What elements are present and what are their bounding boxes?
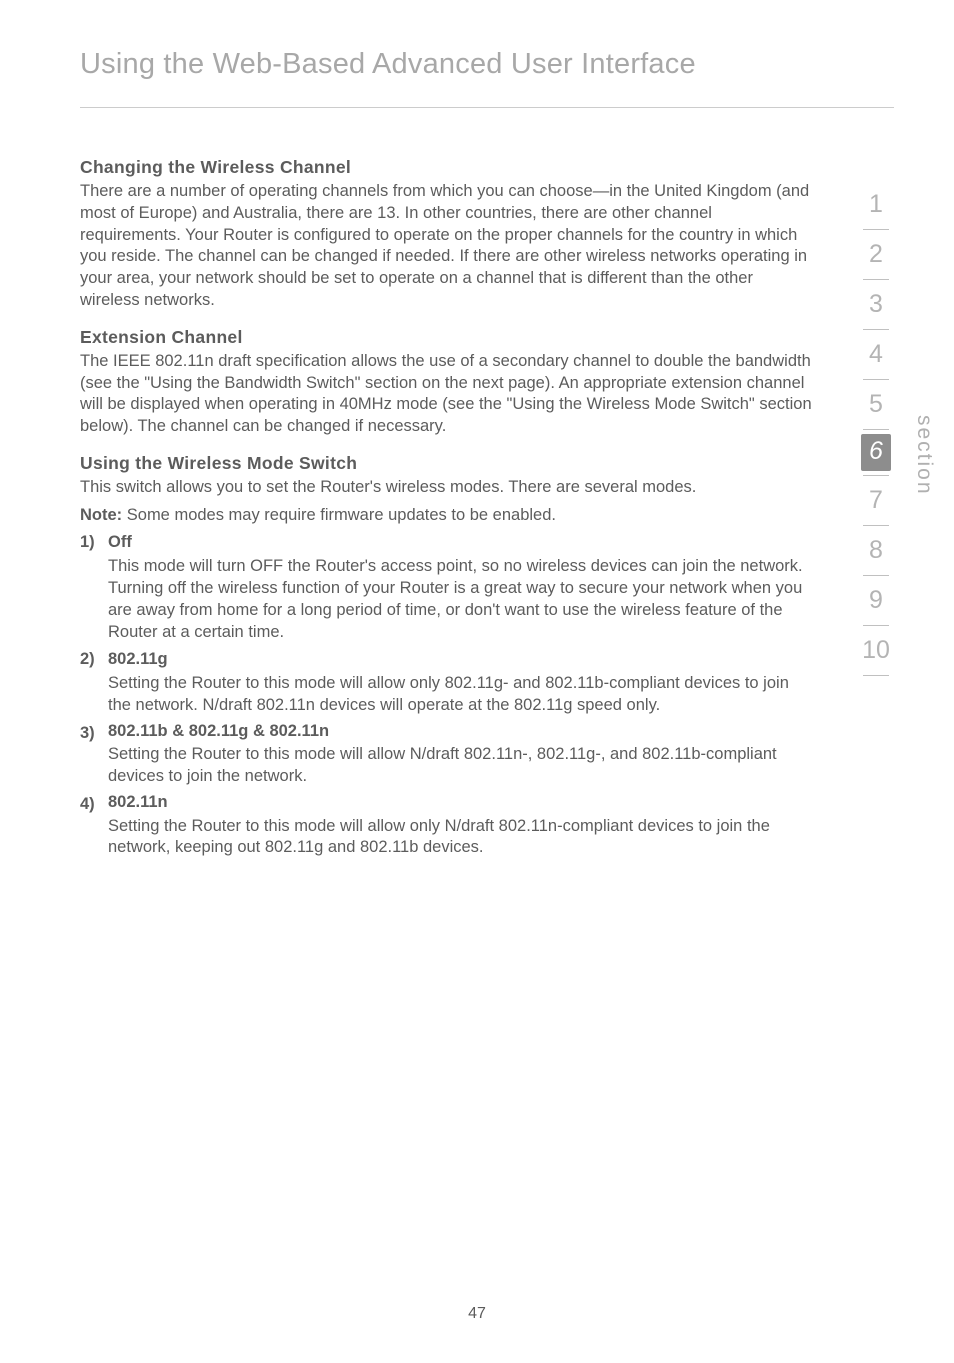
list-title: Off — [108, 532, 814, 554]
body-extension-channel: The IEEE 802.11n draft specification all… — [80, 351, 814, 438]
list-text: Setting the Router to this mode will all… — [108, 744, 814, 788]
tab-3[interactable]: 3 — [846, 280, 906, 329]
tab-divider — [863, 675, 889, 676]
heading-extension-channel: Extension Channel — [80, 326, 814, 349]
page-title: Using the Web-Based Advanced User Interf… — [0, 0, 954, 101]
section-vertical-label: section — [912, 415, 936, 496]
heading-changing-channel: Changing the Wireless Channel — [80, 156, 814, 179]
list-title: 802.11g — [108, 649, 814, 671]
list-number: 1) — [80, 532, 108, 643]
tab-10[interactable]: 10 — [846, 626, 906, 675]
body-mode-switch-intro: This switch allows you to set the Router… — [80, 477, 814, 499]
tab-5[interactable]: 5 — [846, 380, 906, 429]
list-item: 2) 802.11g Setting the Router to this mo… — [80, 649, 814, 716]
tab-2[interactable]: 2 — [846, 230, 906, 279]
list-title: 802.11n — [108, 792, 814, 814]
list-body: Off This mode will turn OFF the Router's… — [108, 532, 814, 643]
list-text: This mode will turn OFF the Router's acc… — [108, 556, 814, 643]
list-body: 802.11g Setting the Router to this mode … — [108, 649, 814, 716]
tab-1[interactable]: 1 — [846, 180, 906, 229]
list-item: 4) 802.11n Setting the Router to this mo… — [80, 794, 814, 859]
list-body: 802.11n Setting the Router to this mode … — [108, 794, 814, 859]
section-tabs: 1 2 3 4 5 6 7 8 9 10 — [846, 180, 906, 676]
tab-8[interactable]: 8 — [846, 526, 906, 575]
note-line: Note: Some modes may require firmware up… — [80, 505, 814, 527]
list-number: 4) — [80, 794, 108, 859]
tab-divider — [863, 429, 889, 430]
tab-4[interactable]: 4 — [846, 330, 906, 379]
list-text: Setting the Router to this mode will all… — [108, 816, 814, 860]
list-text: Setting the Router to this mode will all… — [108, 673, 814, 717]
tab-6-active[interactable]: 6 — [861, 434, 891, 471]
list-number: 2) — [80, 649, 108, 716]
tab-7[interactable]: 7 — [846, 476, 906, 525]
list-item: 1) Off This mode will turn OFF the Route… — [80, 532, 814, 643]
page-number: 47 — [0, 1305, 954, 1323]
list-item: 3) 802.11b & 802.11g & 802.11n Setting t… — [80, 723, 814, 788]
heading-mode-switch: Using the Wireless Mode Switch — [80, 452, 814, 475]
list-body: 802.11b & 802.11g & 802.11n Setting the … — [108, 723, 814, 788]
list-title: 802.11b & 802.11g & 802.11n — [108, 721, 814, 743]
note-label: Note: — [80, 506, 122, 524]
list-number: 3) — [80, 723, 108, 788]
note-text: Some modes may require firmware updates … — [122, 506, 556, 524]
main-content: Changing the Wireless Channel There are … — [0, 108, 954, 859]
body-changing-channel: There are a number of operating channels… — [80, 181, 814, 312]
tab-9[interactable]: 9 — [846, 576, 906, 625]
